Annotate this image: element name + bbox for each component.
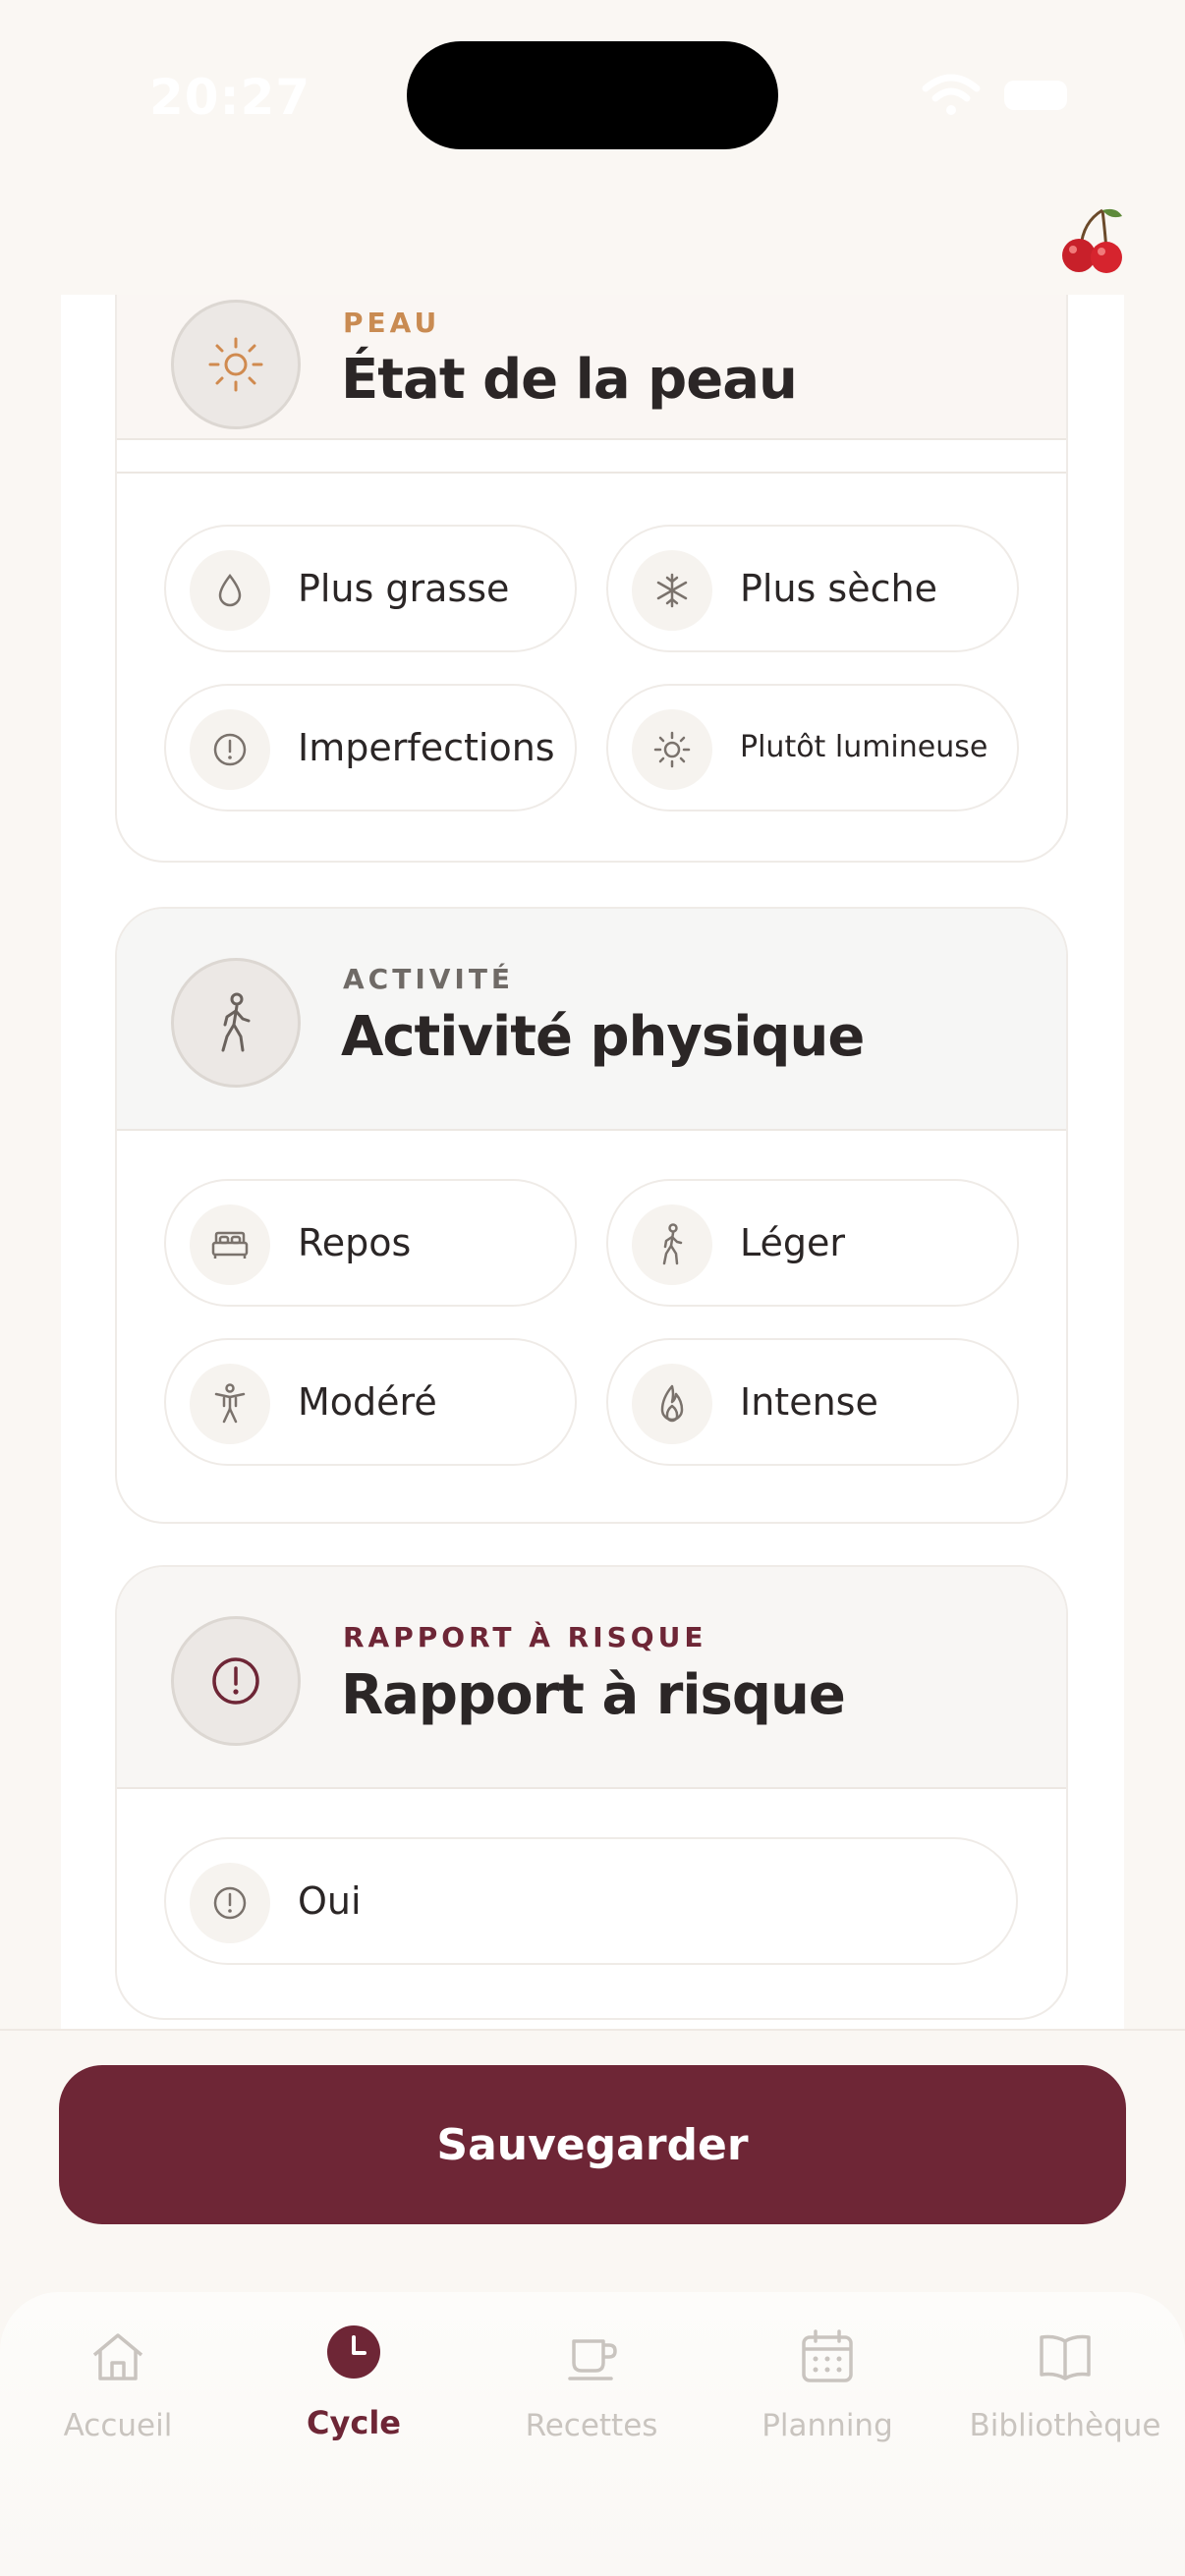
skin-section-header: PEAU État de la peau (117, 295, 1066, 440)
risk-section-title: Rapport à risque (341, 1663, 846, 1727)
risk-section-eyebrow: RAPPORT À RISQUE (343, 1621, 707, 1653)
symptom-form-scroll[interactable]: PEAU État de la peau Plus grasse Plus sè… (61, 295, 1124, 2029)
option-label: Plus sèche (740, 567, 937, 610)
walking-person-icon (171, 958, 301, 1088)
option-label: Plutôt lumineuse (740, 730, 988, 764)
tab-label: Bibliothèque (969, 2408, 1161, 2443)
tab-bibliotheque[interactable]: Bibliothèque (947, 2292, 1183, 2489)
alert-circle-icon (190, 709, 270, 790)
person-stretching-icon (190, 1364, 270, 1444)
save-bar: Sauvegarder (0, 2029, 1185, 2294)
skin-section-title: État de la peau (341, 348, 798, 412)
option-repos[interactable]: Repos (164, 1179, 577, 1307)
option-label: Léger (740, 1221, 846, 1264)
option-plutot-lumineuse[interactable]: Plutôt lumineuse (606, 684, 1019, 812)
droplet-icon (190, 550, 270, 631)
cup-icon (568, 2339, 617, 2380)
option-plus-grasse[interactable]: Plus grasse (164, 525, 577, 652)
status-bar: 20:27 (0, 0, 1185, 187)
book-icon (1040, 2334, 1091, 2380)
dynamic-island (407, 41, 778, 149)
sun-icon (632, 709, 712, 790)
save-button[interactable]: Sauvegarder (59, 2065, 1126, 2224)
activity-section-title: Activité physique (341, 1005, 865, 1069)
wifi-icon (922, 74, 981, 115)
bed-icon (190, 1204, 270, 1285)
option-leger[interactable]: Léger (606, 1179, 1019, 1307)
tab-cycle[interactable]: Cycle (236, 2292, 472, 2489)
activity-section-header: ACTIVITÉ Activité physique (117, 909, 1066, 1131)
calendar-icon (802, 2329, 853, 2382)
option-label: Imperfections (298, 726, 555, 769)
option-modere[interactable]: Modéré (164, 1338, 577, 1466)
activity-section-eyebrow: ACTIVITÉ (343, 963, 515, 995)
status-time: 20:27 (149, 69, 311, 126)
tab-label: Accueil (63, 2408, 173, 2443)
option-label: Modéré (298, 1380, 437, 1424)
option-label: Repos (298, 1221, 412, 1264)
option-label: Intense (740, 1380, 878, 1424)
option-intense[interactable]: Intense (606, 1338, 1019, 1466)
snowflake-icon (632, 550, 712, 631)
alert-circle-icon (171, 1616, 301, 1746)
option-imperfections[interactable]: Imperfections (164, 684, 577, 812)
risk-section-header: RAPPORT À RISQUE Rapport à risque (117, 1567, 1066, 1789)
bottom-tab-bar: Accueil Cycle Recettes Planning Biblioth… (0, 2292, 1185, 2576)
tab-planning[interactable]: Planning (709, 2292, 945, 2489)
option-oui[interactable]: Oui (164, 1837, 1018, 1965)
battery-icon (1004, 81, 1067, 110)
sun-icon (171, 300, 301, 429)
home-icon (92, 2333, 143, 2380)
walking-person-icon (632, 1204, 712, 1285)
activity-section-card: ACTIVITÉ Activité physique Repos Léger M… (115, 907, 1068, 1524)
skin-section-card: PEAU État de la peau Plus grasse Plus sè… (115, 295, 1068, 863)
flame-icon (632, 1364, 712, 1444)
tab-label: Recettes (525, 2408, 658, 2443)
clock-icon (327, 2325, 380, 2379)
option-label: Oui (298, 1879, 362, 1923)
risk-section-card: RAPPORT À RISQUE Rapport à risque Oui (115, 1565, 1068, 2020)
option-plus-seche[interactable]: Plus sèche (606, 525, 1019, 652)
tab-label: Cycle (307, 2404, 401, 2441)
option-label: Plus grasse (298, 567, 510, 610)
tab-accueil[interactable]: Accueil (0, 2292, 236, 2489)
alert-circle-icon (190, 1863, 270, 1943)
tab-label: Planning (762, 2408, 893, 2443)
cherry-logo-icon[interactable] (1059, 204, 1126, 275)
skin-section-eyebrow: PEAU (343, 307, 441, 339)
tab-recettes[interactable]: Recettes (474, 2292, 709, 2489)
